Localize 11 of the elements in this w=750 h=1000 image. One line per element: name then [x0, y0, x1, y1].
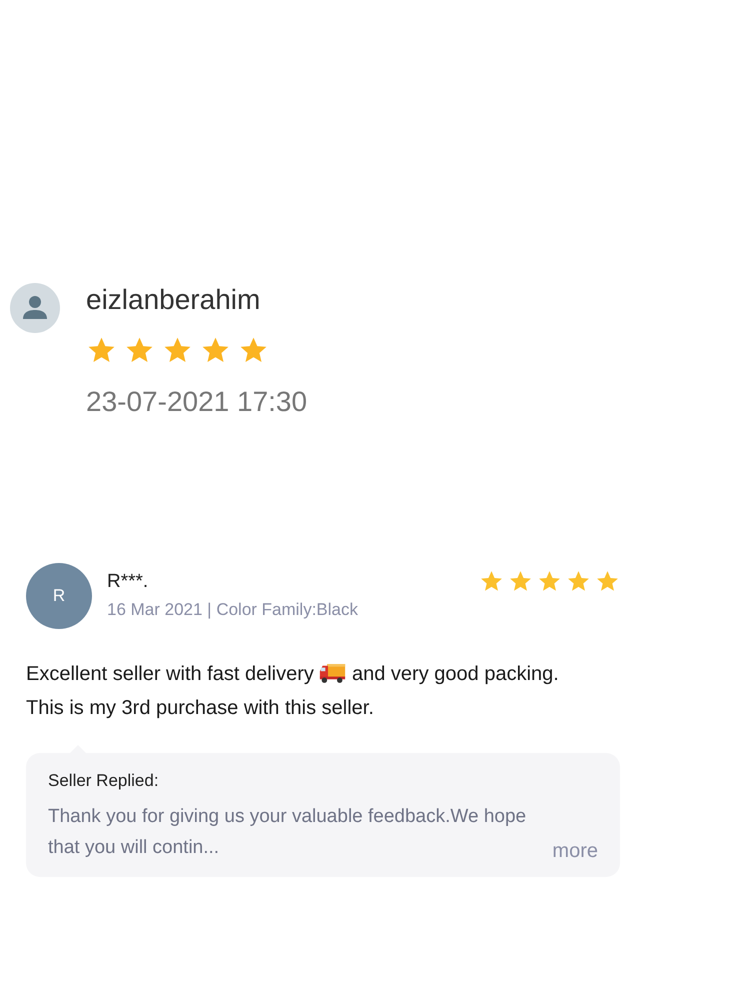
truck-icon: [319, 662, 346, 684]
review-meta: 16 Mar 2021 | Color Family:Black: [107, 600, 358, 620]
reviewer-name: eizlanberahim: [86, 283, 262, 317]
avatar-icon: [10, 283, 60, 333]
review-text: Excellent seller with fast delivery and very good packing. This is my 3rd purchase with this seller.: [26, 661, 560, 721]
more-link[interactable]: more: [552, 840, 598, 863]
review-date: 23-07-2021 17:30: [86, 386, 308, 418]
avatar: R: [26, 563, 92, 629]
reviewer-name: R***.: [107, 571, 150, 593]
reply-label: Seller Replied:: [48, 771, 160, 791]
reply-text: Thank you for giving us your valuable feedback.We hope that you will contin...: [48, 805, 528, 860]
